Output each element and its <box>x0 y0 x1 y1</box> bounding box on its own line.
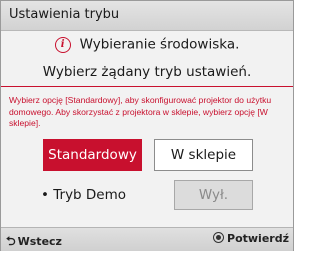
back-button[interactable]: ⮌ Wstecz <box>6 232 62 253</box>
confirm-label: Potwierdź <box>227 232 289 245</box>
demo-mode-toggle[interactable]: Wył. <box>174 180 253 210</box>
mode-settings-dialog: Ustawienia trybu i Wybieranie środowiska.… <box>0 0 294 251</box>
back-label: Wstecz <box>17 235 62 248</box>
ok-button-icon <box>213 232 225 243</box>
dialog-title: Ustawienia trybu <box>9 7 120 22</box>
standard-mode-button[interactable]: Standardowy <box>43 139 142 171</box>
return-arrow-icon: ⮌ <box>6 234 16 248</box>
mode-description: Wybierz opcję [Standardowy], aby skonfig… <box>9 95 272 128</box>
info-text-environment: Wybieranie środowiska. <box>79 36 240 53</box>
divider <box>1 86 293 87</box>
confirm-button[interactable]: Potwierdź <box>213 232 289 245</box>
shop-mode-button[interactable]: W sklepie <box>154 139 253 171</box>
demo-mode-label: • Tryb Demo <box>41 187 127 203</box>
title-bar: Ustawienia trybu <box>1 1 293 31</box>
info-message: i Wybieranie środowiska. <box>1 34 293 54</box>
footer-bar: ⮌ Wstecz Potwierdź <box>1 227 293 251</box>
info-icon: i <box>54 36 71 53</box>
info-text-select-mode: Wybierz żądany tryb ustawień. <box>42 64 252 80</box>
